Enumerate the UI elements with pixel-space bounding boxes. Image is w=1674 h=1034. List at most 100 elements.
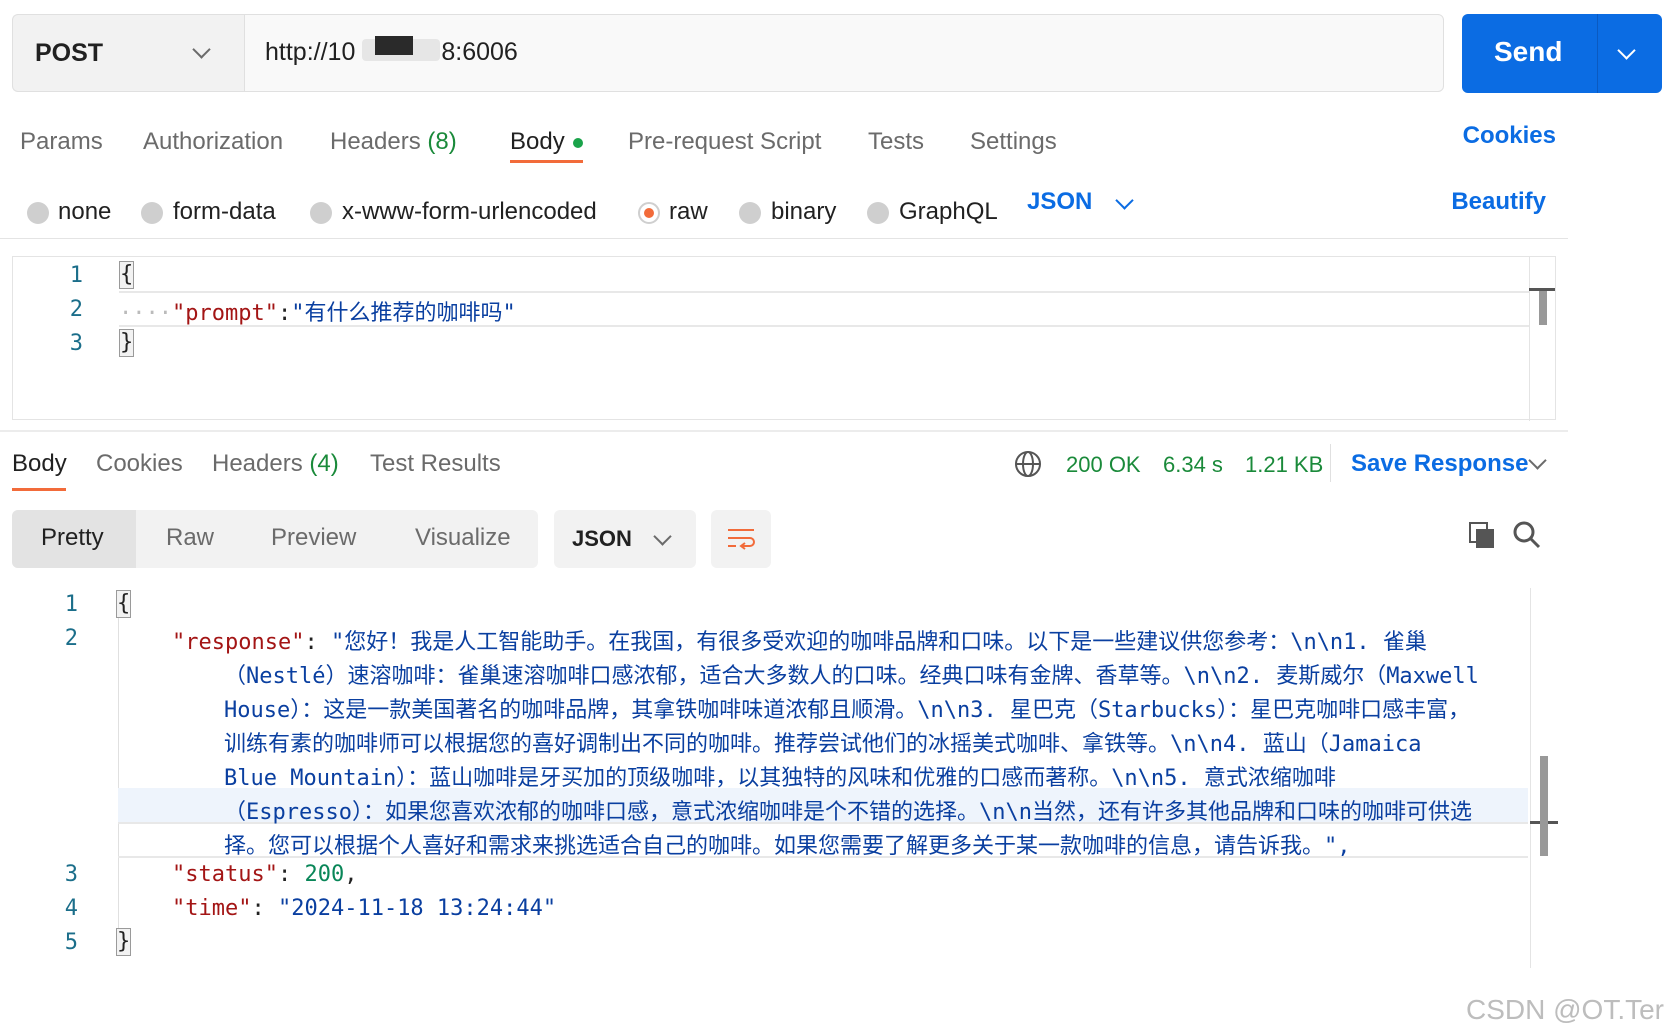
url-input[interactable]: http://10 8:6006 — [244, 14, 1444, 92]
scrollbar-thumb[interactable] — [1540, 756, 1548, 856]
response-tab-headers[interactable]: Headers (4) — [212, 450, 339, 478]
chevron-down-icon[interactable] — [1617, 41, 1636, 60]
cookies-link[interactable]: Cookies — [1463, 122, 1556, 150]
status-code[interactable]: 200 OK — [1066, 452, 1141, 478]
divider — [0, 238, 1568, 239]
body-format-label: JSON — [1027, 188, 1093, 215]
scrollbar-track — [1529, 257, 1530, 421]
json-value: "有什么推荐的咖啡吗" — [291, 301, 516, 326]
url-prefix: http://10 — [265, 38, 356, 66]
chevron-down-icon — [192, 40, 211, 59]
wrapped-line: （Espresso）：如果您喜欢浓郁的咖啡口感，意式浓缩咖啡是个不错的选择。\n… — [224, 800, 1472, 825]
radio-binary[interactable] — [739, 202, 761, 224]
open-brace: { — [119, 261, 135, 289]
response-format-dropdown[interactable]: JSON — [554, 510, 696, 568]
body-format-dropdown[interactable]: JSON — [1027, 188, 1134, 216]
active-tab-underline — [510, 160, 583, 163]
tab-body[interactable]: Body — [510, 128, 583, 156]
close-brace: } — [116, 928, 132, 956]
radio-graphql[interactable] — [867, 202, 889, 224]
tab-tests[interactable]: Tests — [868, 128, 924, 156]
wrapped-line: （Nestlé）速溶咖啡：雀巢速溶咖啡口感浓郁，适合大多数人的口味。经典口味有金… — [224, 664, 1479, 689]
json-value: "2024-11-18 13:24:44" — [277, 896, 557, 921]
scrollbar-thumb[interactable] — [1539, 291, 1547, 325]
json-value: 200 — [304, 862, 345, 887]
divider — [0, 430, 1568, 432]
response-size[interactable]: 1.21 KB — [1245, 452, 1323, 478]
headers-count: (8) — [427, 128, 457, 155]
send-button[interactable]: Send — [1462, 14, 1662, 93]
active-tab-underline — [12, 488, 66, 491]
tab-params[interactable]: Params — [20, 128, 103, 156]
radio-none-label: none — [58, 198, 112, 225]
url-suffix: 8:6006 — [441, 38, 518, 66]
chevron-down-icon — [653, 527, 672, 546]
radio-urlencoded[interactable] — [310, 202, 332, 224]
view-pretty[interactable]: Pretty — [41, 524, 104, 552]
code-line: "status": 200, — [172, 862, 358, 887]
radio-none[interactable] — [27, 202, 49, 224]
method-label: POST — [35, 39, 104, 67]
line-number: 4 — [64, 896, 78, 921]
open-brace: { — [116, 590, 132, 618]
response-tab-body[interactable]: Body — [12, 450, 67, 478]
response-format-label: JSON — [572, 526, 632, 551]
json-colon: : — [277, 301, 292, 326]
radio-form-data[interactable] — [141, 202, 163, 224]
code-line: "time": "2024-11-18 13:24:44" — [172, 896, 557, 921]
response-tab-headers-label: Headers — [212, 450, 303, 477]
tab-headers-label: Headers — [330, 128, 421, 155]
line-number: 1 — [64, 592, 78, 617]
view-raw[interactable]: Raw — [166, 524, 214, 552]
radio-graphql-label: GraphQL — [899, 198, 998, 225]
line-number: 3 — [69, 331, 83, 356]
response-tab-test-results[interactable]: Test Results — [370, 450, 501, 478]
radio-form-data-label: form-data — [173, 198, 276, 225]
modified-dot-icon — [572, 137, 583, 148]
tab-settings[interactable]: Settings — [970, 128, 1057, 156]
redacted-mask — [375, 36, 413, 55]
response-headers-count: (4) — [309, 450, 339, 477]
response-tab-cookies[interactable]: Cookies — [96, 450, 183, 478]
wrapped-line: Blue Mountain）：蓝山咖啡是牙买加的顶级咖啡，以其独特的风味和优雅的… — [224, 766, 1336, 791]
radio-raw[interactable] — [638, 202, 660, 224]
view-preview[interactable]: Preview — [271, 524, 356, 552]
radio-urlencoded-label: x-www-form-urlencoded — [342, 198, 597, 225]
json-key: "prompt" — [171, 301, 278, 326]
close-brace: } — [119, 329, 135, 357]
scrollbar-track — [1530, 588, 1531, 968]
beautify-button[interactable]: Beautify — [1451, 188, 1546, 216]
json-key: "time" — [172, 896, 252, 921]
save-response-button[interactable]: Save Response — [1351, 450, 1528, 478]
response-body-viewer[interactable]: 1 2 3 4 5 { "response": "您好！我是人工智能助手。在我国… — [0, 588, 1562, 968]
json-key: "status" — [172, 862, 278, 887]
tab-headers[interactable]: Headers (8) — [330, 128, 457, 156]
wrapped-line: 择。您可以根据个人喜好和需求来挑选适合自己的咖啡。如果您需要了解更多关于某一款咖… — [224, 834, 1351, 859]
divider — [1330, 444, 1331, 482]
wrapped-line: House）：这是一款美国著名的咖啡品牌，其拿铁咖啡味道浓郁且顺滑。\n\n3.… — [224, 698, 1471, 723]
globe-icon[interactable] — [1014, 450, 1042, 478]
chevron-down-icon[interactable] — [1528, 451, 1547, 470]
line-number: 3 — [64, 862, 78, 887]
chevron-down-icon — [1115, 191, 1134, 210]
tab-pre-request-script[interactable]: Pre-request Script — [628, 128, 821, 156]
radio-raw-label: raw — [669, 198, 708, 225]
request-body-editor[interactable]: 1 2 3 { ····"prompt":"有什么推荐的咖啡吗" } — [12, 256, 1556, 421]
watermark: CSDN @OT.Ter — [1466, 994, 1664, 1025]
line-number: 2 — [69, 297, 83, 322]
divider — [1597, 14, 1598, 93]
send-label: Send — [1494, 36, 1563, 67]
search-icon[interactable] — [1512, 520, 1542, 550]
code-line: "response": "您好！我是人工智能助手。在我国，有很多受欢迎的咖啡品牌… — [172, 630, 1427, 655]
line-number: 1 — [69, 263, 83, 288]
method-selector[interactable]: POST — [12, 14, 244, 92]
response-time[interactable]: 6.34 s — [1163, 452, 1223, 478]
tab-body-label: Body — [510, 128, 565, 155]
tab-authorization[interactable]: Authorization — [143, 128, 283, 156]
copy-icon[interactable] — [1467, 520, 1497, 550]
radio-binary-label: binary — [771, 198, 837, 225]
json-key: "response" — [172, 630, 305, 655]
indent-dots: ···· — [119, 301, 172, 326]
view-visualize[interactable]: Visualize — [415, 524, 511, 552]
wrap-lines-button[interactable] — [711, 510, 771, 568]
